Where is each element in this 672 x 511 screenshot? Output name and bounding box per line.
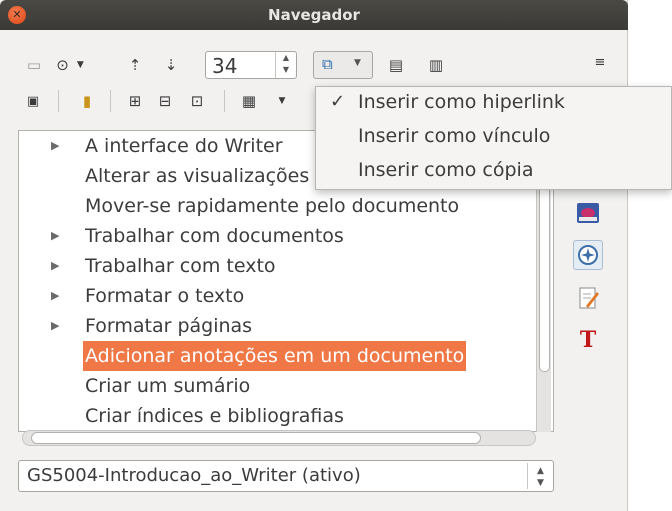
manage-changes-icon[interactable] bbox=[573, 283, 603, 313]
navigation-toggle-icon[interactable]: ▭ bbox=[22, 53, 46, 77]
content-view-icon[interactable]: ▦ bbox=[238, 89, 260, 113]
anchor-icon[interactable]: ⊡ bbox=[186, 89, 208, 113]
chevron-down-icon: ▼ bbox=[354, 58, 361, 68]
tree-row[interactable]: Criar índices e bibliografias bbox=[19, 401, 539, 431]
styles-icon[interactable]: T bbox=[573, 325, 603, 355]
chevron-updown-icon[interactable]: ▲ ▼ bbox=[527, 463, 553, 489]
gallery-icon[interactable] bbox=[573, 198, 603, 228]
checkmark-icon: ✓ bbox=[330, 91, 346, 112]
tree-row[interactable]: ▶ Formatar páginas bbox=[19, 311, 539, 341]
tree-row[interactable]: Criar um sumário bbox=[19, 371, 539, 401]
header-icon[interactable]: ⊞ bbox=[124, 89, 146, 113]
promote-level-icon[interactable]: ▤ bbox=[384, 53, 408, 77]
document-select[interactable]: GS5004-Introducao_ao_Writer (ativo) ▲ ▼ bbox=[18, 460, 554, 492]
document-select-value: GS5004-Introducao_ao_Writer (ativo) bbox=[27, 465, 361, 486]
drag-mode-menu: ✓ Inserir como hiperlink Inserir como ví… bbox=[315, 86, 672, 190]
tree-row[interactable]: Mover-se rapidamente pelo documento bbox=[19, 191, 539, 221]
list-box-icon[interactable]: ▣ bbox=[22, 89, 44, 113]
tree-row[interactable]: ▶ Trabalhar com texto bbox=[19, 251, 539, 281]
expand-arrow-icon[interactable]: ▶ bbox=[51, 281, 59, 311]
expand-arrow-icon[interactable]: ▶ bbox=[51, 251, 59, 281]
demote-level-icon[interactable]: ▥ bbox=[424, 53, 448, 77]
horizontal-scroll-thumb[interactable] bbox=[31, 432, 481, 444]
drag-mode-icon: ⧉ bbox=[322, 55, 333, 73]
reminder-icon[interactable]: ▮ bbox=[76, 89, 98, 113]
page-number-spinner[interactable]: 34 ▲ ▼ bbox=[205, 51, 297, 79]
vertical-scroll-thumb[interactable] bbox=[539, 180, 550, 372]
page-number-value: 34 bbox=[212, 54, 238, 78]
toolbar-separator bbox=[110, 90, 111, 112]
window-title: Navegador bbox=[268, 6, 360, 24]
chevron-down-icon[interactable]: ▼ bbox=[274, 89, 290, 113]
title-bar[interactable]: ✕ Navegador bbox=[0, 0, 628, 30]
toolbar-separator bbox=[58, 90, 59, 112]
navigate-by-icon[interactable]: ⊙ ▼ bbox=[50, 53, 90, 77]
sidebar-menu-icon[interactable]: ≡ bbox=[590, 50, 610, 74]
spin-buttons[interactable]: ▲ ▼ bbox=[275, 52, 296, 78]
footer-icon[interactable]: ⊟ bbox=[154, 89, 176, 113]
tree-row[interactable]: ▶ Trabalhar com documentos bbox=[19, 221, 539, 251]
menu-item-insert-as-hyperlink[interactable]: Inserir como hiperlink bbox=[358, 91, 565, 113]
expand-arrow-icon[interactable]: ▶ bbox=[51, 221, 59, 251]
tree-row-selected[interactable]: Adicionar anotações em um documento bbox=[19, 341, 539, 371]
tree-row[interactable]: ▶ Formatar o texto bbox=[19, 281, 539, 311]
toolbar-separator bbox=[224, 90, 225, 112]
navigator-window: ✕ Navegador ▭ ⊙ ▼ ⇡ ⇣ 34 ▲ ▼ ⧉ ▼ ▤ ▥ ≡ ▣ ▮… bbox=[0, 0, 628, 511]
expand-arrow-icon[interactable]: ▶ bbox=[51, 131, 59, 161]
previous-icon[interactable]: ⇡ bbox=[124, 53, 146, 77]
drag-mode-button[interactable]: ⧉ ▼ bbox=[313, 51, 373, 79]
menu-item-insert-as-copy[interactable]: Inserir como cópia bbox=[358, 159, 533, 181]
next-icon[interactable]: ⇣ bbox=[160, 53, 182, 77]
horizontal-scrollbar[interactable] bbox=[22, 430, 536, 446]
menu-item-insert-as-link[interactable]: Inserir como vínculo bbox=[358, 125, 550, 147]
navigator-icon[interactable] bbox=[573, 240, 603, 270]
expand-arrow-icon[interactable]: ▶ bbox=[51, 311, 59, 341]
